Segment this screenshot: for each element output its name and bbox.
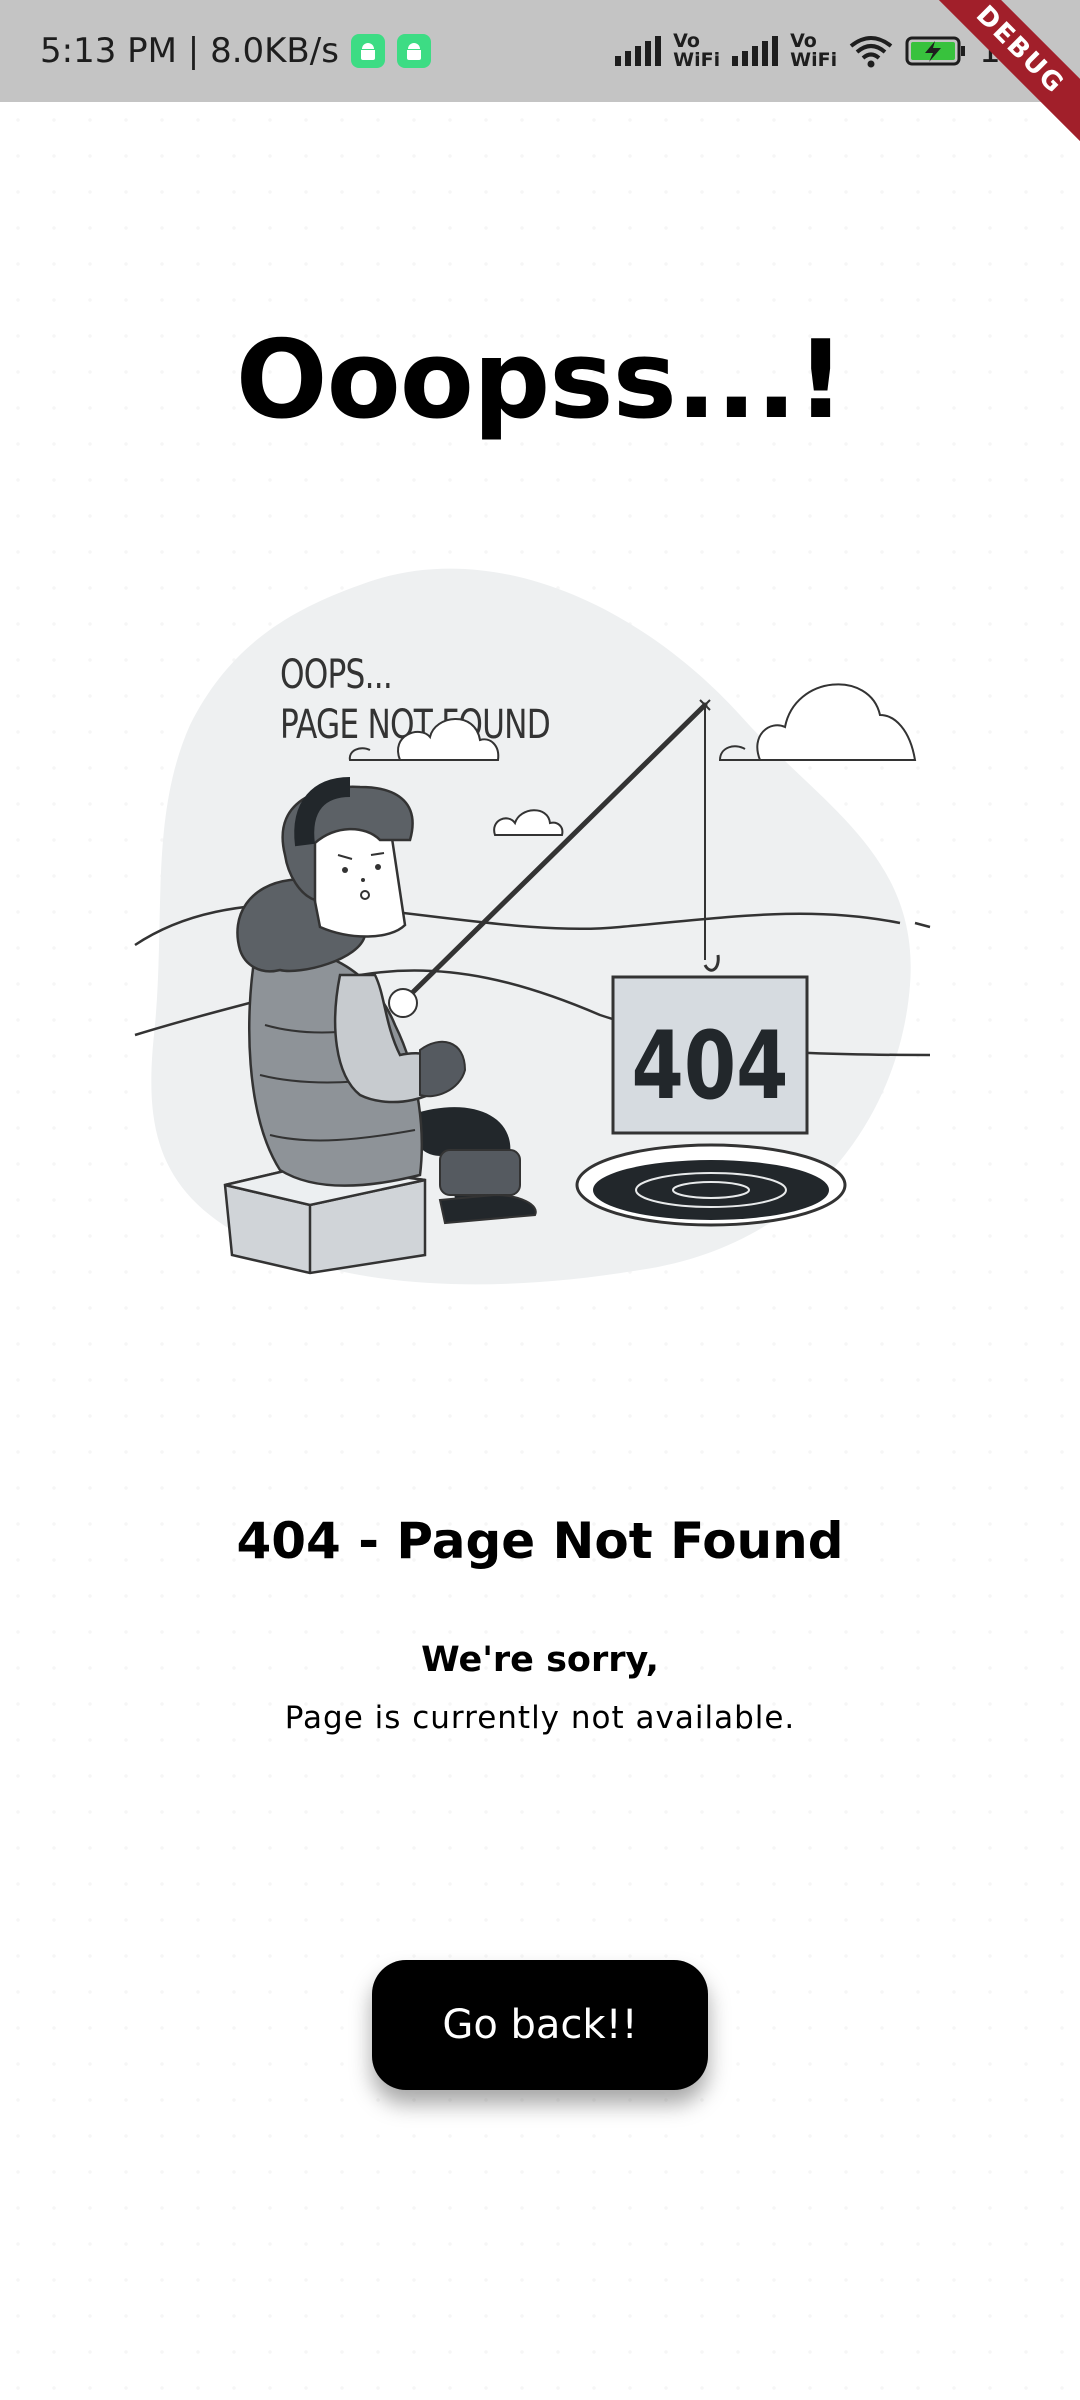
fishing-404-illustration: OOPS... PAGE NOT FOUND 404 <box>134 568 931 1285</box>
vowifi-icon: Vo WiFi <box>673 32 720 70</box>
android-icon <box>396 34 431 68</box>
error-description: Page is currently not available. <box>284 1700 796 1736</box>
status-time-speed: 5:13 PM | 8.0KB/s <box>40 31 339 71</box>
battery-charging-icon <box>905 36 966 66</box>
android-icon <box>350 34 385 68</box>
signal-icon <box>615 36 662 66</box>
vowifi-icon: Vo WiFi <box>790 32 837 70</box>
page-title: Ooopss...! <box>235 318 845 443</box>
vowifi-bottom: WiFi <box>673 49 721 71</box>
wifi-icon <box>849 36 893 68</box>
go-back-button[interactable]: Go back!! <box>372 1960 708 2090</box>
illustration-caption-line1: OOPS... <box>280 652 392 698</box>
sorry-text: We're sorry, <box>421 1640 659 1680</box>
error-heading: 404 - Page Not Found <box>236 1512 844 1570</box>
vowifi-bottom: WiFi <box>790 49 838 71</box>
cloud-icon <box>756 683 917 761</box>
status-left: 5:13 PM | 8.0KB/s <box>40 0 431 102</box>
signal-icon <box>732 36 779 66</box>
status-bar: 5:13 PM | 8.0KB/s Vo WiFi Vo WiFi <box>0 0 1080 102</box>
404-sign-text: 404 <box>632 1012 789 1121</box>
